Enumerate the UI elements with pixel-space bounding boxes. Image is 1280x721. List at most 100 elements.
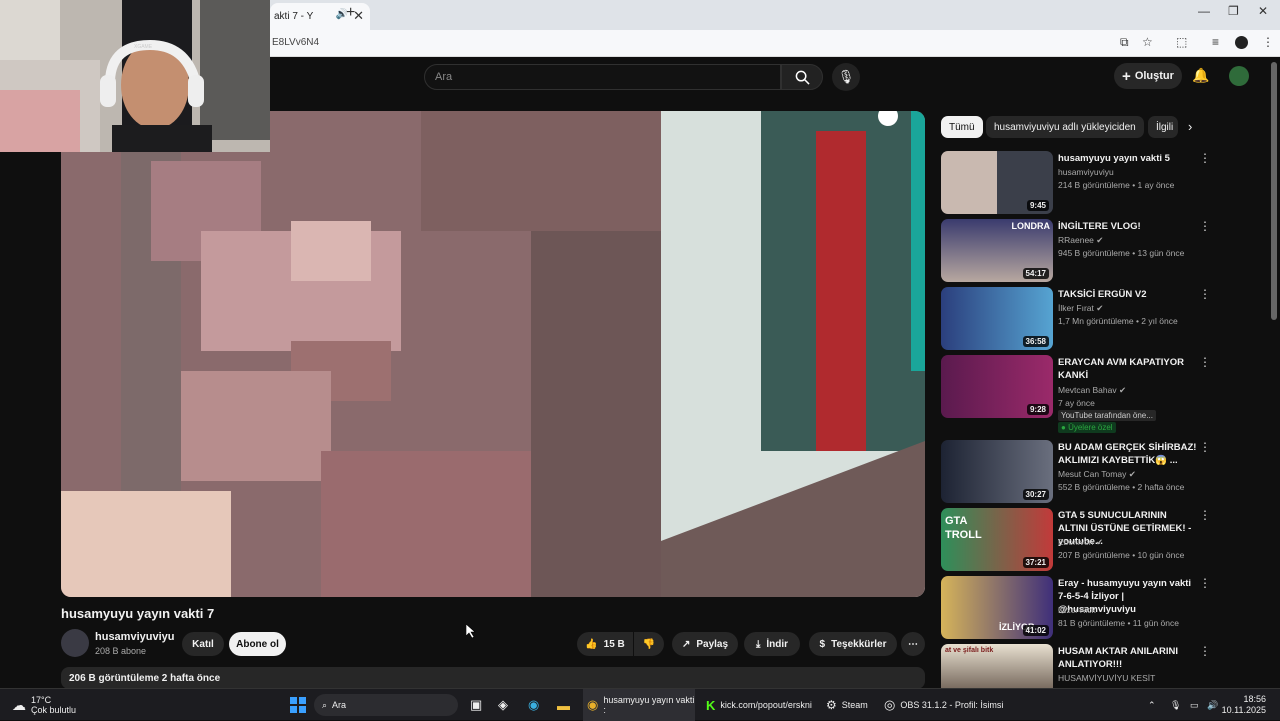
- more-vertical-icon[interactable]: ⋮: [1199, 151, 1211, 165]
- more-vertical-icon[interactable]: ⋮: [1199, 644, 1211, 658]
- more-vertical-icon[interactable]: ⋮: [1199, 508, 1211, 522]
- rec-meta: 81 B görüntüleme • 11 gün önce: [1058, 618, 1179, 628]
- rec-channel[interactable]: Dızcı Kick: [1058, 605, 1096, 615]
- video-thumbnail[interactable]: 36:58: [941, 287, 1053, 350]
- more-vertical-icon[interactable]: ⋮: [1199, 355, 1211, 369]
- page-scrollbar[interactable]: [1271, 62, 1277, 320]
- notifications-bell-icon[interactable]: 🔔: [1192, 67, 1209, 84]
- minimize-icon[interactable]: —: [1198, 4, 1210, 18]
- channel-avatar[interactable]: [61, 629, 89, 657]
- search-input[interactable]: Ara: [424, 64, 781, 90]
- taskbar-app-steam[interactable]: ⚙ Steam: [826, 689, 868, 721]
- clock[interactable]: 18:56 10.11.2025: [1222, 689, 1266, 721]
- new-tab-icon[interactable]: +: [346, 4, 355, 22]
- rec-title[interactable]: TAKSİCİ ERGÜN V2: [1058, 288, 1198, 301]
- rec-channel[interactable]: HUSAMVİYUVİYU KESİT: [1058, 673, 1155, 683]
- rec-channel[interactable]: Mevtcan Bahav ✔: [1058, 385, 1126, 396]
- recommendation-item[interactable]: 30:27 BU ADAM GERÇEK SİHİRBAZ! AKLIMIZI …: [941, 440, 1241, 504]
- start-button[interactable]: [290, 689, 306, 721]
- dislike-button[interactable]: 👎: [634, 632, 664, 656]
- more-vertical-icon[interactable]: ⋮: [1199, 576, 1211, 590]
- download-button[interactable]: ⤓ İndir: [744, 632, 800, 656]
- video-thumbnail[interactable]: 9:28: [941, 355, 1053, 418]
- task-view-icon[interactable]: ▣: [470, 689, 482, 721]
- more-vertical-icon[interactable]: ⋮: [1199, 219, 1211, 233]
- account-avatar[interactable]: [1229, 66, 1249, 86]
- chip-related[interactable]: İlgili: [1148, 116, 1178, 138]
- chip-from-uploader[interactable]: husamviyuviyu adlı yükleyiciden: [986, 116, 1144, 138]
- recommendation-item[interactable]: at ve şifalı bitk HUSAM AKTAR ANILARINI …: [941, 644, 1241, 688]
- video-thumbnail[interactable]: 9:45: [941, 151, 1053, 214]
- maximize-icon[interactable]: ❐: [1228, 4, 1239, 18]
- join-button[interactable]: Katıl: [182, 632, 224, 656]
- recommendation-item[interactable]: LONDRA 54:17 İNGİLTERE VLOG! RRaenee ✔ 9…: [941, 219, 1241, 283]
- rec-meta: 1,7 Mn görüntüleme • 2 yıl önce: [1058, 316, 1178, 326]
- app-label: Steam: [841, 700, 868, 710]
- obs-icon: ◎: [884, 697, 896, 712]
- chip-all[interactable]: Tümü: [941, 116, 983, 138]
- rec-channel-name: İlker Fırat: [1058, 303, 1094, 313]
- rec-title[interactable]: İNGİLTERE VLOG!: [1058, 220, 1198, 233]
- create-button[interactable]: + Oluştur: [1114, 63, 1182, 89]
- rec-title[interactable]: husamyuyu yayın vakti 5: [1058, 152, 1198, 165]
- video-thumbnail[interactable]: 30:27: [941, 440, 1053, 503]
- rec-title[interactable]: BU ADAM GERÇEK SİHİRBAZ! AKLIMIZI KAYBET…: [1058, 441, 1198, 467]
- channel-name[interactable]: husamviyuviyu: [95, 631, 174, 643]
- recommendation-item[interactable]: İZLİYOR 41:02 Eray - husamyuyu yayın vak…: [941, 576, 1241, 640]
- video-thumbnail[interactable]: İZLİYOR 41:02: [941, 576, 1053, 639]
- edge-icon[interactable]: ◉: [528, 689, 539, 721]
- video-player[interactable]: [61, 111, 925, 597]
- more-vertical-icon[interactable]: ⋮: [1199, 287, 1211, 301]
- video-thumbnail[interactable]: LONDRA 54:17: [941, 219, 1053, 282]
- rec-title[interactable]: HUSAM AKTAR ANILARINI ANLATIYOR!!!: [1058, 645, 1198, 671]
- media-control-icon[interactable]: ≡: [1212, 35, 1219, 49]
- volume-icon[interactable]: 🔊: [1207, 689, 1218, 721]
- recommendation-item[interactable]: 9:28 ERAYCAN AVM KAPATIYOR KANKİ Mevtcan…: [941, 355, 1241, 435]
- like-button[interactable]: 👍 15 B: [577, 632, 633, 656]
- video-thumbnail[interactable]: GTA TROLL 37:21: [941, 508, 1053, 571]
- recommendation-item[interactable]: GTA TROLL 37:21 GTA 5 SUNUCULARININ ALTI…: [941, 508, 1241, 572]
- rec-channel[interactable]: RRaenee ✔: [1058, 235, 1103, 246]
- cast-icon[interactable]: ⧉: [1120, 35, 1129, 50]
- taskbar-search[interactable]: ⌕ Ara: [314, 694, 458, 716]
- recommendation-item[interactable]: 36:58 TAKSİCİ ERGÜN V2 İlker Fırat ✔ 1,7…: [941, 287, 1241, 351]
- taskbar-app-chrome[interactable]: ◉ husamyuyu yayın vakti :: [583, 689, 695, 721]
- thumb-text: at ve şifalı bitk: [945, 647, 994, 654]
- tray-chevron-up-icon[interactable]: ⌃: [1148, 689, 1156, 721]
- taskbar-app-obs[interactable]: ◎ OBS 31.1.2 - Profil: İsimsi: [884, 689, 1003, 721]
- verified-icon: ✔: [1096, 303, 1104, 313]
- weather-widget[interactable]: ☁ 17°C Çok bulutlu: [12, 689, 76, 721]
- recommendation-item[interactable]: 9:45 husamyuyu yayın vakti 5 husamviyuvi…: [941, 151, 1241, 215]
- extensions-icon[interactable]: ⬚: [1176, 35, 1187, 49]
- description-box[interactable]: 206 B görüntüleme 2 hafta önce: [61, 667, 925, 689]
- video-thumbnail[interactable]: at ve şifalı bitk: [941, 644, 1053, 688]
- taskbar-app-kick[interactable]: K kick.com/popout/erskni: [706, 689, 812, 721]
- network-icon[interactable]: ▭: [1190, 689, 1199, 721]
- profile-avatar-icon[interactable]: [1235, 36, 1248, 49]
- rec-channel-name: RRaenee: [1058, 235, 1094, 245]
- thanks-label: Teşekkürler: [831, 638, 887, 650]
- copilot-icon[interactable]: ◈: [498, 689, 508, 721]
- file-explorer-icon[interactable]: ▬: [557, 689, 570, 721]
- voice-search-button[interactable]: 🎙: [832, 63, 860, 91]
- microphone-tray-icon[interactable]: 🎙: [1170, 689, 1181, 721]
- rec-meta: 207 B görüntüleme • 10 gün önce: [1058, 550, 1185, 560]
- rec-channel[interactable]: İlker Fırat ✔: [1058, 303, 1103, 314]
- share-button[interactable]: ↗ Paylaş: [672, 632, 738, 656]
- windows-logo-icon: [290, 697, 306, 713]
- rec-channel[interactable]: husamviyuviyu: [1058, 167, 1114, 177]
- members-icon: ●: [1061, 423, 1066, 432]
- rec-title[interactable]: ERAYCAN AVM KAPATIYOR KANKİ: [1058, 356, 1198, 382]
- url-field[interactable]: E8LVv6N4: [272, 37, 319, 48]
- search-button[interactable]: [781, 64, 823, 90]
- more-vertical-icon[interactable]: ⋮: [1199, 440, 1211, 454]
- rec-channel[interactable]: Mesut Can Tomay ✔: [1058, 469, 1136, 480]
- bookmark-star-icon[interactable]: ☆: [1142, 35, 1153, 49]
- rec-channel[interactable]: Ebonivon ✔: [1058, 537, 1103, 548]
- more-actions-button[interactable]: ⋯: [901, 632, 925, 656]
- chevron-right-icon[interactable]: ›: [1188, 119, 1192, 134]
- subscribe-button[interactable]: Abone ol: [229, 632, 286, 656]
- close-window-icon[interactable]: ✕: [1258, 4, 1268, 18]
- thanks-button[interactable]: $ Teşekkürler: [809, 632, 897, 656]
- menu-kebab-icon[interactable]: ⋮: [1262, 35, 1274, 49]
